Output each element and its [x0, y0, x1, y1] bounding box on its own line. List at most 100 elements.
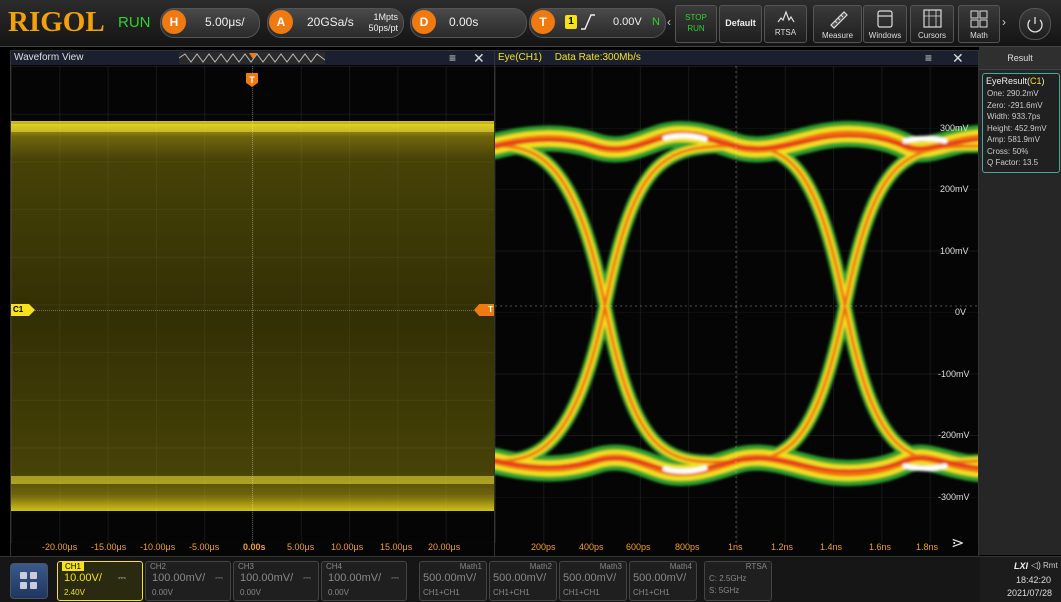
cursors-label: Cursors [917, 31, 946, 40]
timebase-value: 5.00μs/ [205, 15, 245, 29]
eye-x-axis: 200ps 400ps 600ps 800ps 1ns 1.2ns 1.4ns … [495, 542, 978, 554]
math3-block[interactable]: Math3 500.00mV/ CH1+CH1 [559, 561, 627, 601]
home-button[interactable] [10, 563, 48, 599]
x-tick: -15.00μs [91, 542, 127, 552]
run-state[interactable]: RUN [118, 14, 151, 31]
power-icon[interactable] [1019, 8, 1051, 40]
spectrum-icon [777, 10, 795, 23]
waveform-menu-icon[interactable]: ≡ [449, 51, 456, 65]
ch4-offset: 0.00V [328, 588, 349, 597]
trigger-badge: T [531, 10, 555, 34]
ch2-block[interactable]: CH2 100.00mV/ ⎓ 0.00V [145, 561, 231, 601]
rtsa-button[interactable]: RTSA [764, 5, 807, 43]
trigger-level: 0.00V [613, 16, 642, 28]
eye-result-channel: C1 [1030, 76, 1042, 86]
x-tick: -10.00μs [140, 542, 176, 552]
eye-titlebar: Eye(CH1) Data Rate:300Mb/s [495, 51, 978, 65]
cursors-button[interactable]: Cursors [910, 5, 954, 43]
eye-menu-icon[interactable]: ≡ [925, 51, 932, 65]
windows-label: Windows [868, 31, 902, 40]
sample-rate: 20GSa/s [307, 15, 354, 29]
eye-grid[interactable]: 300mV 200mV 100mV 0V -100mV -200mV -300m… [495, 66, 978, 543]
eye-title: Eye(CH1) [498, 52, 542, 63]
right-scroll-icon[interactable]: › [1002, 15, 1006, 29]
rtsa-block[interactable]: RTSA C: 2.5GHz S: 5GHz [704, 561, 772, 601]
rtsa-label: RTSA [774, 28, 797, 37]
ch3-scale: 100.00mV/ [240, 572, 294, 584]
eye-result-zero: Zero: -291.6mV [987, 100, 1043, 110]
acquire-badge: A [269, 10, 293, 34]
stop-run-button[interactable]: STOP RUN [675, 5, 717, 43]
waveform-grid[interactable] [11, 66, 494, 543]
cursors-icon [923, 9, 942, 28]
windows-button[interactable]: Windows [863, 5, 907, 43]
x-tick: 10.00μs [331, 542, 364, 552]
left-scroll-icon[interactable]: ‹ [667, 15, 671, 29]
stop-label: STOP [685, 13, 707, 22]
eye-close-icon[interactable]: ✕ [952, 50, 964, 67]
eye-diagram-panel: Eye(CH1) Data Rate:300Mb/s ≡ ✕ 300mV 200… [494, 50, 979, 557]
eye-result-title: EyeResult( [986, 76, 1031, 86]
default-button[interactable]: Default [719, 5, 762, 43]
x-tick: 15.00μs [380, 542, 413, 552]
clock-time: 18:42:20 [1016, 575, 1052, 585]
math3-expr: CH1+CH1 [563, 588, 600, 597]
windows-icon [877, 10, 893, 28]
y-tick: 0V [955, 307, 967, 317]
overview-strip[interactable] [179, 52, 325, 64]
x-tick: -5.00μs [189, 542, 220, 552]
waveform-view-panel: Waveform View ≡ ✕ T C1 T -20.00μs -15.00… [10, 50, 495, 557]
dc-coupling-icon: ⎓ [303, 573, 311, 584]
x-tick: 1.2ns [771, 542, 794, 552]
waveform-close-icon[interactable]: ✕ [473, 50, 485, 67]
memory-depth: 1Mpts [373, 12, 398, 22]
ch3-offset: 0.00V [240, 588, 261, 597]
eye-result-box[interactable]: EyeResult(C1) One: 290.2mV Zero: -291.6m… [982, 73, 1060, 173]
x-tick: 20.00μs [428, 542, 461, 552]
waveform-view-title: Waveform View [14, 52, 84, 63]
dc-coupling-icon: ⎓ [215, 573, 223, 584]
math-button[interactable]: Math [958, 5, 1000, 43]
x-tick: 0.00s [243, 542, 266, 552]
delay-value: 0.00s [449, 15, 479, 29]
math4-scale: 500.00mV/ [633, 572, 687, 584]
ch1-block[interactable]: CH1 10.00V/ ⎓ 2.40V [57, 561, 143, 601]
trigger-mode: N [652, 16, 660, 28]
x-tick: 1.8ns [916, 542, 939, 552]
math1-expr: CH1+CH1 [423, 588, 460, 597]
rising-edge-icon [581, 14, 595, 30]
delay-badge: D [412, 10, 436, 34]
bottom-channel-bar: CH1 10.00V/ ⎓ 2.40V CH2 100.00mV/ ⎓ 0.00… [0, 556, 1061, 602]
math1-block[interactable]: Math1 500.00mV/ CH1+CH1 [419, 561, 487, 601]
result-header: Result [979, 47, 1061, 70]
math3-label: Math3 [599, 562, 622, 571]
x-tick: 600ps [626, 542, 651, 552]
ch1-scale: 10.00V/ [64, 572, 102, 584]
ch3-block[interactable]: CH3 100.00mV/ ⎓ 0.00V [233, 561, 319, 601]
eye-result-amp: Amp: 581.9mV [987, 135, 1040, 144]
math-icon [970, 10, 988, 28]
y-tick: 100mV [940, 246, 969, 256]
x-tick: 5.00μs [287, 542, 315, 552]
collapse-panel-icon[interactable]: ⋗ [951, 533, 964, 553]
ch4-label: CH4 [326, 562, 343, 571]
x-tick: 1.6ns [869, 542, 892, 552]
math3-scale: 500.00mV/ [563, 572, 617, 584]
y-tick: 200mV [940, 184, 969, 194]
measure-button[interactable]: Measure [813, 5, 862, 43]
x-tick: -20.00μs [42, 542, 78, 552]
ch4-scale: 100.00mV/ [328, 572, 382, 584]
ch4-block[interactable]: CH4 100.00mV/ ⎓ 0.00V [321, 561, 407, 601]
math1-scale: 500.00mV/ [423, 572, 477, 584]
trigger-source: 1 [565, 15, 577, 29]
speaker-icon[interactable]: ◁) [1031, 560, 1041, 571]
ch2-offset: 0.00V [152, 588, 173, 597]
math4-expr: CH1+CH1 [633, 588, 670, 597]
math4-block[interactable]: Math4 500.00mV/ CH1+CH1 [629, 561, 697, 601]
y-tick: -300mV [938, 492, 970, 502]
result-panel: Result EyeResult(C1) One: 290.2mV Zero: … [979, 47, 1061, 555]
grid-menu-icon [20, 572, 37, 589]
brand-logo: RIGOL [8, 6, 105, 38]
eye-result-title-end: ) [1041, 76, 1045, 86]
math2-block[interactable]: Math2 500.00mV/ CH1+CH1 [489, 561, 557, 601]
